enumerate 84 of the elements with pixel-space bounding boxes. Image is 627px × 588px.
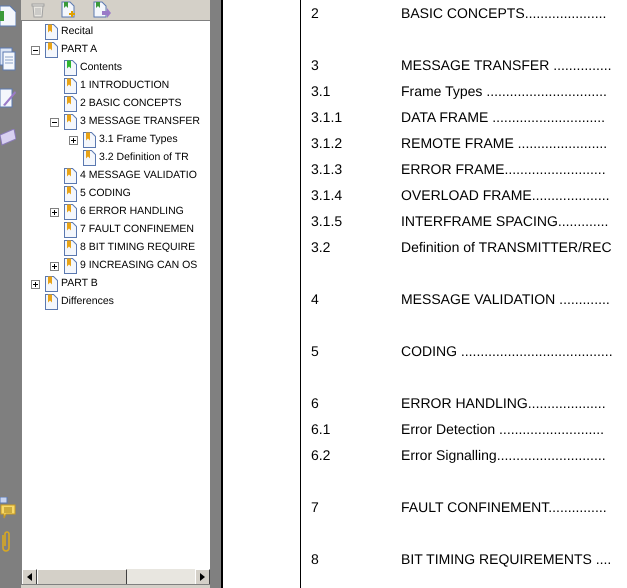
toc-entry: OVERLOAD FRAME.................... <box>401 186 610 204</box>
splitter-bar[interactable] <box>211 0 223 588</box>
bookmark-icon <box>64 258 77 274</box>
bookmark-icon <box>64 204 77 220</box>
section-number: 7 <box>311 498 320 516</box>
expand-toggle[interactable] <box>69 136 78 144</box>
bookmark-label[interactable]: 1 INTRODUCTION <box>77 78 170 94</box>
bookmark-icon <box>64 60 77 76</box>
toc-entry: DATA FRAME ............................. <box>401 108 606 126</box>
bookmark-label[interactable]: 3.2 Definition of TR <box>96 150 189 166</box>
section-number: 6.2 <box>311 446 332 464</box>
bookmark-icon <box>83 150 96 166</box>
bookmark-label[interactable]: 3 MESSAGE TRANSFER <box>77 114 200 130</box>
page-icon[interactable] <box>0 5 16 27</box>
toc-entry: MESSAGE TRANSFER ............... <box>401 56 612 74</box>
bookmark-icon <box>64 78 77 94</box>
bookmark-icon <box>64 186 77 202</box>
bookmark-label[interactable]: 4 MESSAGE VALIDATIO <box>77 168 197 184</box>
bookmark-label[interactable]: Contents <box>77 60 122 76</box>
section-number: 4 <box>311 290 320 308</box>
pages-icon[interactable] <box>0 47 16 71</box>
toc-entry: FAULT CONFINEMENT............... <box>401 498 607 516</box>
pen-on-page-icon[interactable] <box>0 87 16 109</box>
section-number: 2 <box>311 4 320 22</box>
toc-entry: BASIC CONCEPTS..................... <box>401 4 606 22</box>
bookmark-label[interactable]: 3.1 Frame Types <box>96 132 178 148</box>
section-number: 3 <box>311 56 320 74</box>
section-number: 3.1.3 <box>311 160 344 178</box>
section-number: 3.1.4 <box>311 186 344 204</box>
bookmark-icon <box>45 294 58 310</box>
expand-toggle[interactable] <box>50 262 59 270</box>
bookmark-label[interactable]: 7 FAULT CONFINEMEN <box>77 222 194 238</box>
collapse-toggle[interactable] <box>50 118 59 126</box>
toc-entry: Error Signalling............................ <box>401 446 606 465</box>
scroll-right-button[interactable] <box>195 569 210 584</box>
bookmark-label[interactable]: 6 ERROR HANDLING <box>77 204 184 220</box>
bookmark-icon <box>64 168 77 184</box>
bookmark-label[interactable]: PART B <box>58 276 98 292</box>
expand-toggle[interactable] <box>31 280 40 288</box>
section-number: 3.1.1 <box>311 108 344 126</box>
left-arrow-icon <box>27 573 32 581</box>
collapse-toggle[interactable] <box>31 46 40 54</box>
bookmark-icon <box>64 114 77 130</box>
bookmark-icon <box>45 276 58 292</box>
bookmark-label[interactable]: 8 BIT TIMING REQUIRE <box>77 240 196 256</box>
paperclip-icon[interactable] <box>0 531 12 553</box>
bookmark-label[interactable]: 2 BASIC CONCEPTS <box>77 96 182 112</box>
section-number: 3.1 <box>311 82 332 100</box>
bookmark-arrow-icon[interactable] <box>93 1 111 19</box>
toc-entry: ERROR HANDLING.................... <box>401 394 606 412</box>
toc-entry: ERROR FRAME.......................... <box>401 160 606 178</box>
toc-entry: INTERFRAME SPACING............. <box>401 212 608 230</box>
section-number: 6.1 <box>311 420 332 438</box>
toc-entry: Frame Types ............................... <box>401 82 607 101</box>
expand-toggle[interactable] <box>50 208 59 216</box>
toc-entry: BIT TIMING REQUIREMENTS .... <box>401 550 612 569</box>
bookmark-label[interactable]: PART A <box>58 42 98 58</box>
section-number: 5 <box>311 342 320 360</box>
toc-entry: MESSAGE VALIDATION ............. <box>401 290 610 308</box>
toc-entry: Definition of TRANSMITTER/REC <box>401 238 612 256</box>
bookmark-icon <box>64 96 77 112</box>
horizontal-scrollbar[interactable] <box>22 568 210 584</box>
bookmark-label[interactable]: Differences <box>58 294 114 310</box>
bookmark-icon <box>45 24 58 40</box>
section-number: 3.2 <box>311 238 332 256</box>
scroll-left-button[interactable] <box>22 569 37 584</box>
toc-entry: Error Detection ........................... <box>401 420 604 438</box>
comment-icon[interactable] <box>0 497 16 519</box>
toc-entry: REMOTE FRAME ....................... <box>401 134 608 152</box>
section-number: 3.1.5 <box>311 212 344 230</box>
new-bookmark-icon[interactable] <box>61 1 77 19</box>
bookmark-label[interactable]: 9 INCREASING CAN OS <box>77 258 198 274</box>
bookmark-icon <box>83 132 96 148</box>
bookmark-label[interactable]: Recital <box>58 24 94 40</box>
section-number: 3.1.2 <box>311 134 344 152</box>
bookmark-icon <box>45 42 58 58</box>
section-number: 6 <box>311 394 320 412</box>
scroll-thumb[interactable] <box>37 569 127 584</box>
bookmark-icon <box>64 222 77 238</box>
toc-entry: CODING ....................................... <box>401 342 613 360</box>
right-arrow-icon <box>200 573 205 581</box>
section-number: 8 <box>311 550 320 568</box>
bookmark-label[interactable]: 5 CODING <box>77 186 131 202</box>
bookmark-icon <box>64 240 77 256</box>
